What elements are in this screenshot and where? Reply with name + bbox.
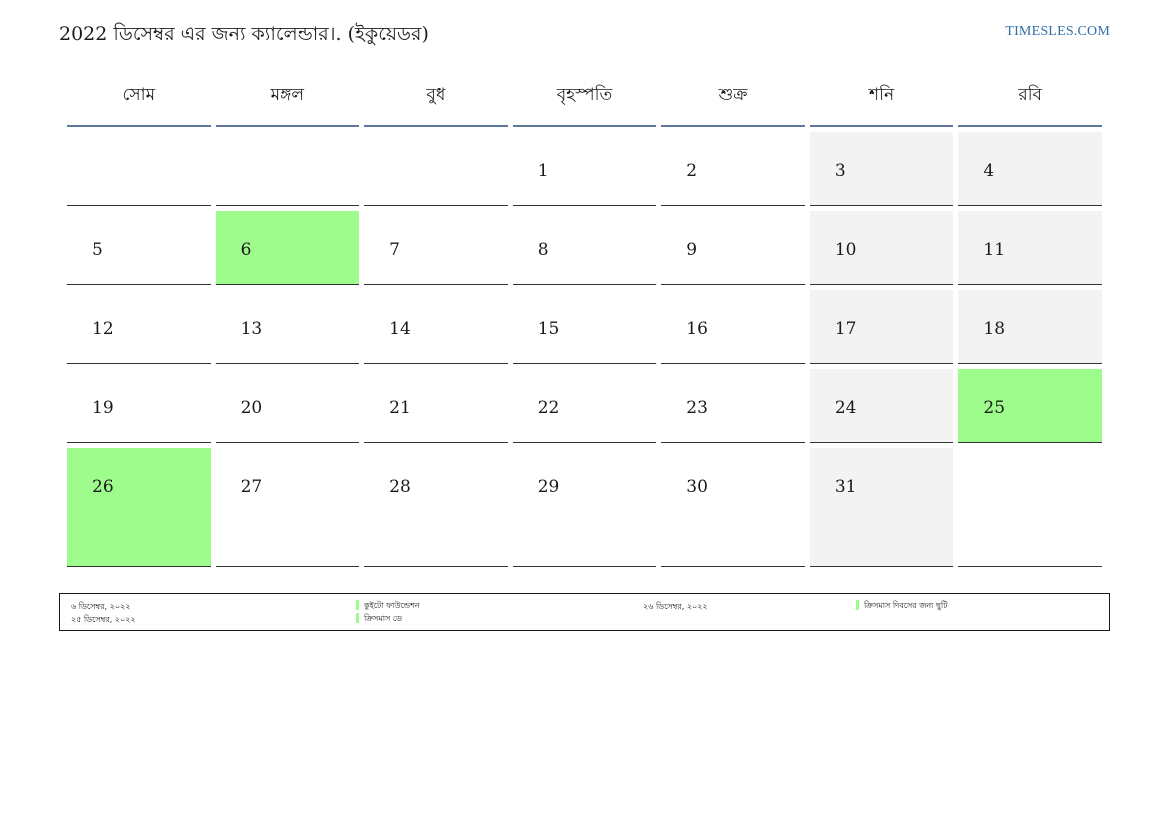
holiday-date: ৬ ডিসেম্বর, ২০২২ <box>71 602 131 611</box>
day-number: 17 <box>834 319 857 339</box>
weekend-day-cell: 17 <box>809 290 954 364</box>
day-number: 4 <box>983 161 995 181</box>
holiday-color-marker <box>856 600 859 610</box>
day-cell: 27 <box>215 448 360 567</box>
weekday-fri: শুক্র <box>661 67 805 127</box>
weekday-wed: বুধ <box>364 67 508 127</box>
day-number: 28 <box>389 477 411 497</box>
day-cell: 7 <box>364 211 508 285</box>
holiday-day-cell: 25 <box>958 369 1102 443</box>
day-cell: 21 <box>364 369 508 443</box>
day-cell: 14 <box>364 290 508 364</box>
weekday-sun: রবি <box>958 67 1102 127</box>
day-number: 21 <box>389 398 411 418</box>
weekday-sat: শনি <box>809 67 954 127</box>
holiday-date: ২৬ ডিসেম্বর, ২০২২ <box>643 602 708 611</box>
day-cell: 13 <box>215 290 360 364</box>
day-number: 2 <box>686 161 698 181</box>
weekend-day-cell: 24 <box>809 369 954 443</box>
day-cell: 12 <box>67 290 211 364</box>
day-number: 19 <box>92 398 114 418</box>
day-number: 23 <box>686 398 708 418</box>
day-number: 6 <box>240 240 252 260</box>
weekend-day-cell: 10 <box>809 211 954 285</box>
weekday-tue: মঙ্গল <box>215 67 360 127</box>
day-cell: 22 <box>512 369 657 443</box>
weekday-header-row: সোম মঙ্গল বুধ বৃহস্পতি শুক্র শনি রবি <box>67 67 1102 127</box>
week-row: 26 27 28 29 30 31 <box>67 448 1102 567</box>
day-number: 8 <box>537 240 549 260</box>
holiday-name: ক্রিসমাস ডে <box>364 614 402 623</box>
weekend-day-cell: 18 <box>958 290 1102 364</box>
day-number: 18 <box>983 319 1006 339</box>
day-number: 12 <box>92 319 114 339</box>
day-number: 30 <box>686 477 708 497</box>
day-number: 5 <box>92 240 103 260</box>
day-number: 15 <box>537 319 560 339</box>
week-row: 5 6 7 8 9 10 11 <box>67 211 1102 285</box>
day-number: 11 <box>983 240 1006 260</box>
holiday-date: ২৫ ডিসেম্বর, ২০২২ <box>71 615 136 624</box>
weekend-day-cell: 3 <box>809 132 954 206</box>
day-number: 7 <box>389 240 400 260</box>
day-cell: 29 <box>512 448 657 567</box>
holiday-color-marker <box>356 613 359 623</box>
day-cell: 16 <box>661 290 805 364</box>
day-cell <box>67 132 211 206</box>
day-number: 10 <box>834 240 857 260</box>
day-number: 9 <box>686 240 698 260</box>
day-number: 16 <box>686 319 708 339</box>
day-cell: 19 <box>67 369 211 443</box>
holiday-name: ক্রিসমাস দিবসের জন্য ছুটি <box>864 601 948 610</box>
day-cell <box>958 448 1102 567</box>
week-row: 1 2 3 4 <box>67 132 1102 206</box>
page-title: 2022 ডিসেম্বর এর জন্য ক্যালেন্ডার।. (ইকু… <box>59 23 429 45</box>
weekend-day-cell: 31 <box>809 448 954 567</box>
day-number: 24 <box>834 398 857 418</box>
day-cell: 9 <box>661 211 805 285</box>
day-cell: 2 <box>661 132 805 206</box>
day-cell: 20 <box>215 369 360 443</box>
day-cell: 15 <box>512 290 657 364</box>
day-number: 25 <box>983 398 1006 418</box>
weekday-mon: সোম <box>67 67 211 127</box>
holiday-name: কুইটো ফাউন্ডেশন <box>364 601 420 610</box>
holiday-day-cell: 26 <box>67 448 211 567</box>
day-cell <box>364 132 508 206</box>
day-number: 27 <box>240 477 263 497</box>
day-number: 22 <box>537 398 560 418</box>
weekend-day-cell: 4 <box>958 132 1102 206</box>
day-number: 13 <box>240 319 263 339</box>
day-cell <box>215 132 360 206</box>
week-row: 12 13 14 15 16 17 18 <box>67 290 1102 364</box>
site-link[interactable]: TIMESLES.COM <box>1005 24 1110 40</box>
holiday-color-marker <box>356 600 359 610</box>
day-cell: 23 <box>661 369 805 443</box>
calendar-grid: সোম মঙ্গল বুধ বৃহস্পতি শুক্র শনি রবি 1 2… <box>62 62 1107 572</box>
day-cell: 1 <box>512 132 657 206</box>
day-cell: 8 <box>512 211 657 285</box>
day-number: 14 <box>389 319 411 339</box>
day-cell: 5 <box>67 211 211 285</box>
weekend-day-cell: 11 <box>958 211 1102 285</box>
day-number: 26 <box>92 477 114 497</box>
day-number: 20 <box>240 398 263 418</box>
day-cell: 30 <box>661 448 805 567</box>
day-number: 1 <box>537 161 549 181</box>
holiday-legend: ৬ ডিসেম্বর, ২০২২ কুইটো ফাউন্ডেশন ২৫ ডিসে… <box>59 593 1110 631</box>
week-row: 19 20 21 22 23 24 25 <box>67 369 1102 443</box>
holiday-day-cell: 6 <box>215 211 360 285</box>
day-number: 3 <box>834 161 846 181</box>
day-number: 29 <box>537 477 560 497</box>
weekday-thu: বৃহস্পতি <box>512 67 657 127</box>
day-number: 31 <box>834 477 857 497</box>
day-cell: 28 <box>364 448 508 567</box>
